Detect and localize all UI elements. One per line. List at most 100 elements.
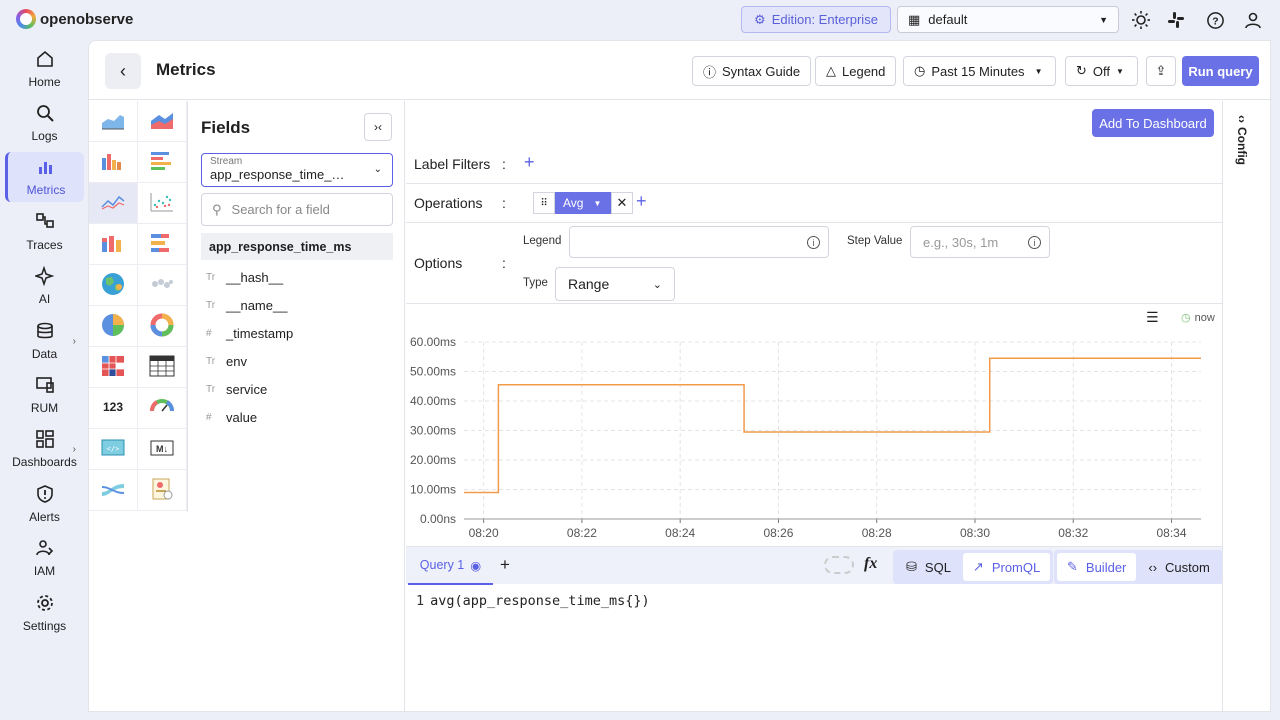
time-range-picker[interactable]: ◷ Past 15 Minutes ▼ <box>903 56 1056 86</box>
chart-type-sankey-chart[interactable] <box>89 470 138 511</box>
pie-chart-icon <box>100 312 126 341</box>
chart-type-stacked-bar-chart[interactable] <box>89 224 138 265</box>
edition-icon: ⚙ <box>754 11 766 27</box>
last-updated: ◷ now <box>1181 311 1215 325</box>
home-icon <box>35 49 55 72</box>
step-value-input[interactable]: e.g., 30s, 1m i <box>910 226 1050 258</box>
field-item[interactable]: Tr env <box>201 347 393 375</box>
legend-list-icon[interactable]: ☰ <box>1146 309 1159 326</box>
chart-type-geomap-chart[interactable] <box>89 265 138 306</box>
user-icon[interactable] <box>1242 9 1264 31</box>
chart-type-metric-text-chart[interactable]: 123 <box>89 388 138 429</box>
eye-icon[interactable]: ◉ <box>470 558 481 573</box>
chart-type-h-bar-chart[interactable] <box>138 142 187 183</box>
chart-type-area-stacked-chart[interactable] <box>138 101 187 142</box>
scatter-chart-icon <box>149 191 175 216</box>
nav-item-home[interactable]: Home <box>5 44 84 94</box>
nav-item-data[interactable]: Data › <box>5 316 84 366</box>
nav-item-alerts[interactable]: Alerts <box>5 479 84 529</box>
field-item[interactable]: Tr service <box>201 375 393 403</box>
x-tick-label: 08:32 <box>1058 526 1088 540</box>
nav-item-settings[interactable]: Settings <box>5 588 84 638</box>
selected-field[interactable]: app_response_time_ms <box>201 233 393 260</box>
chart-type-bar-chart[interactable] <box>89 142 138 183</box>
line-number: 1 <box>416 593 425 609</box>
syntax-guide-button[interactable]: ⓘ Syntax Guide <box>692 56 812 86</box>
toggle-switch[interactable] <box>824 556 854 574</box>
chart-type-maps-chart[interactable] <box>138 265 187 306</box>
nav-label: Dashboards <box>12 455 77 469</box>
area-stacked-chart-icon <box>149 109 175 134</box>
legend-input[interactable]: i <box>569 226 829 258</box>
add-query-icon[interactable]: + <box>500 555 510 575</box>
field-item[interactable]: Tr __hash__ <box>201 263 393 291</box>
function-icon[interactable]: fx <box>864 555 877 573</box>
nav-item-dashboards[interactable]: Dashboards › <box>5 424 84 474</box>
add-operation-icon[interactable]: + <box>636 191 647 212</box>
syntax-guide-label: Syntax Guide <box>722 63 801 79</box>
chart-type-custom-chart[interactable] <box>138 470 187 511</box>
drag-handle-icon[interactable]: ⠿ <box>533 192 555 214</box>
query-editor[interactable]: 1 avg(app_response_time_ms{}) <box>416 593 650 609</box>
back-button[interactable]: ‹ <box>105 53 141 89</box>
nav-item-rum[interactable]: RUM <box>5 370 84 420</box>
run-query-button[interactable]: Run query <box>1182 56 1259 86</box>
chart-type-scatter-chart[interactable] <box>138 183 187 224</box>
operation-chip[interactable]: ⠿ Avg ▼ ✕ <box>533 192 633 214</box>
operation-avg[interactable]: Avg ▼ <box>555 192 611 214</box>
chart-type-pie-chart[interactable] <box>89 306 138 347</box>
legend-button[interactable]: △ Legend <box>815 56 897 86</box>
nav-item-logs[interactable]: Logs <box>5 98 84 148</box>
nav-item-traces[interactable]: Traces <box>5 207 84 257</box>
nav-item-iam[interactable]: IAM <box>5 533 84 583</box>
chart-type-heatmap-chart[interactable] <box>89 347 138 388</box>
config-sidebar[interactable]: ‹› Config <box>1222 101 1272 713</box>
nav-label: Logs <box>31 129 58 143</box>
svg-text:</>: </> <box>107 445 120 453</box>
chart-type-area-chart[interactable] <box>89 101 138 142</box>
field-item[interactable]: # _timestamp <box>201 319 393 347</box>
collapse-fields-button[interactable]: ›‹ <box>364 113 392 141</box>
chart-type-table-chart[interactable] <box>138 347 187 388</box>
collapse-icon: ›‹ <box>374 120 382 134</box>
field-item[interactable]: Tr __name__ <box>201 291 393 319</box>
tab-query-1[interactable]: Query 1 ◉ <box>408 547 493 585</box>
edition-badge[interactable]: ⚙ Edition: Enterprise <box>741 6 891 33</box>
chart-type-donut-chart[interactable] <box>138 306 187 347</box>
slack-icon[interactable] <box>1165 9 1187 31</box>
type-select[interactable]: Range ⌄ <box>555 267 675 301</box>
devices-icon <box>35 375 55 398</box>
add-to-dashboard-button[interactable]: Add To Dashboard <box>1092 109 1214 137</box>
field-search-input[interactable]: ⚲ Search for a field <box>201 193 393 226</box>
share-button[interactable]: ⇪ <box>1146 56 1176 86</box>
chart-type-h-stacked-bar-chart[interactable] <box>138 224 187 265</box>
custom-chart-icon <box>149 476 175 505</box>
chart-type-line-chart[interactable] <box>89 183 138 224</box>
field-type-icon: Tr <box>206 271 216 283</box>
add-label-filter-icon[interactable]: + <box>524 152 535 173</box>
maps-chart-icon <box>149 273 175 298</box>
stream-select[interactable]: Stream app_response_time_… ⌄ <box>201 153 393 187</box>
org-selector[interactable]: ▦ default ▼ <box>897 6 1119 33</box>
nav-item-ai[interactable]: AI <box>5 261 84 311</box>
refresh-interval-button[interactable]: ↻ Off ▼ <box>1065 56 1138 86</box>
app-logo[interactable]: openobserve <box>16 9 133 29</box>
promql-toggle[interactable]: ↗ PromQL <box>962 553 1051 581</box>
theme-toggle-icon[interactable] <box>1130 9 1152 31</box>
chart-type-gauge-chart[interactable] <box>138 388 187 429</box>
remove-operation-icon[interactable]: ✕ <box>611 192 633 214</box>
nav-item-metrics[interactable]: Metrics <box>5 152 84 202</box>
sql-toggle[interactable]: ⛁ SQL <box>896 553 961 581</box>
field-type-icon: Tr <box>206 299 216 311</box>
help-icon[interactable]: ? <box>1204 9 1226 31</box>
dashboard-icon <box>35 429 55 452</box>
chart-type-markdown-chart[interactable]: M↓ <box>138 429 187 470</box>
metrics-chart[interactable]: 0.00ns 10.00ms 20.00ms 30.00ms 40.00ms 50.00m… <box>406 304 1222 546</box>
field-item[interactable]: # value <box>201 403 393 431</box>
chart-type-html-chart[interactable]: </> <box>89 429 138 470</box>
nav-label: AI <box>38 292 51 306</box>
builder-toggle[interactable]: ✎ Builder <box>1057 553 1137 581</box>
logo-icon <box>16 9 36 29</box>
field-type-icon: # <box>206 327 212 339</box>
custom-toggle[interactable]: ‹› Custom <box>1138 553 1219 581</box>
